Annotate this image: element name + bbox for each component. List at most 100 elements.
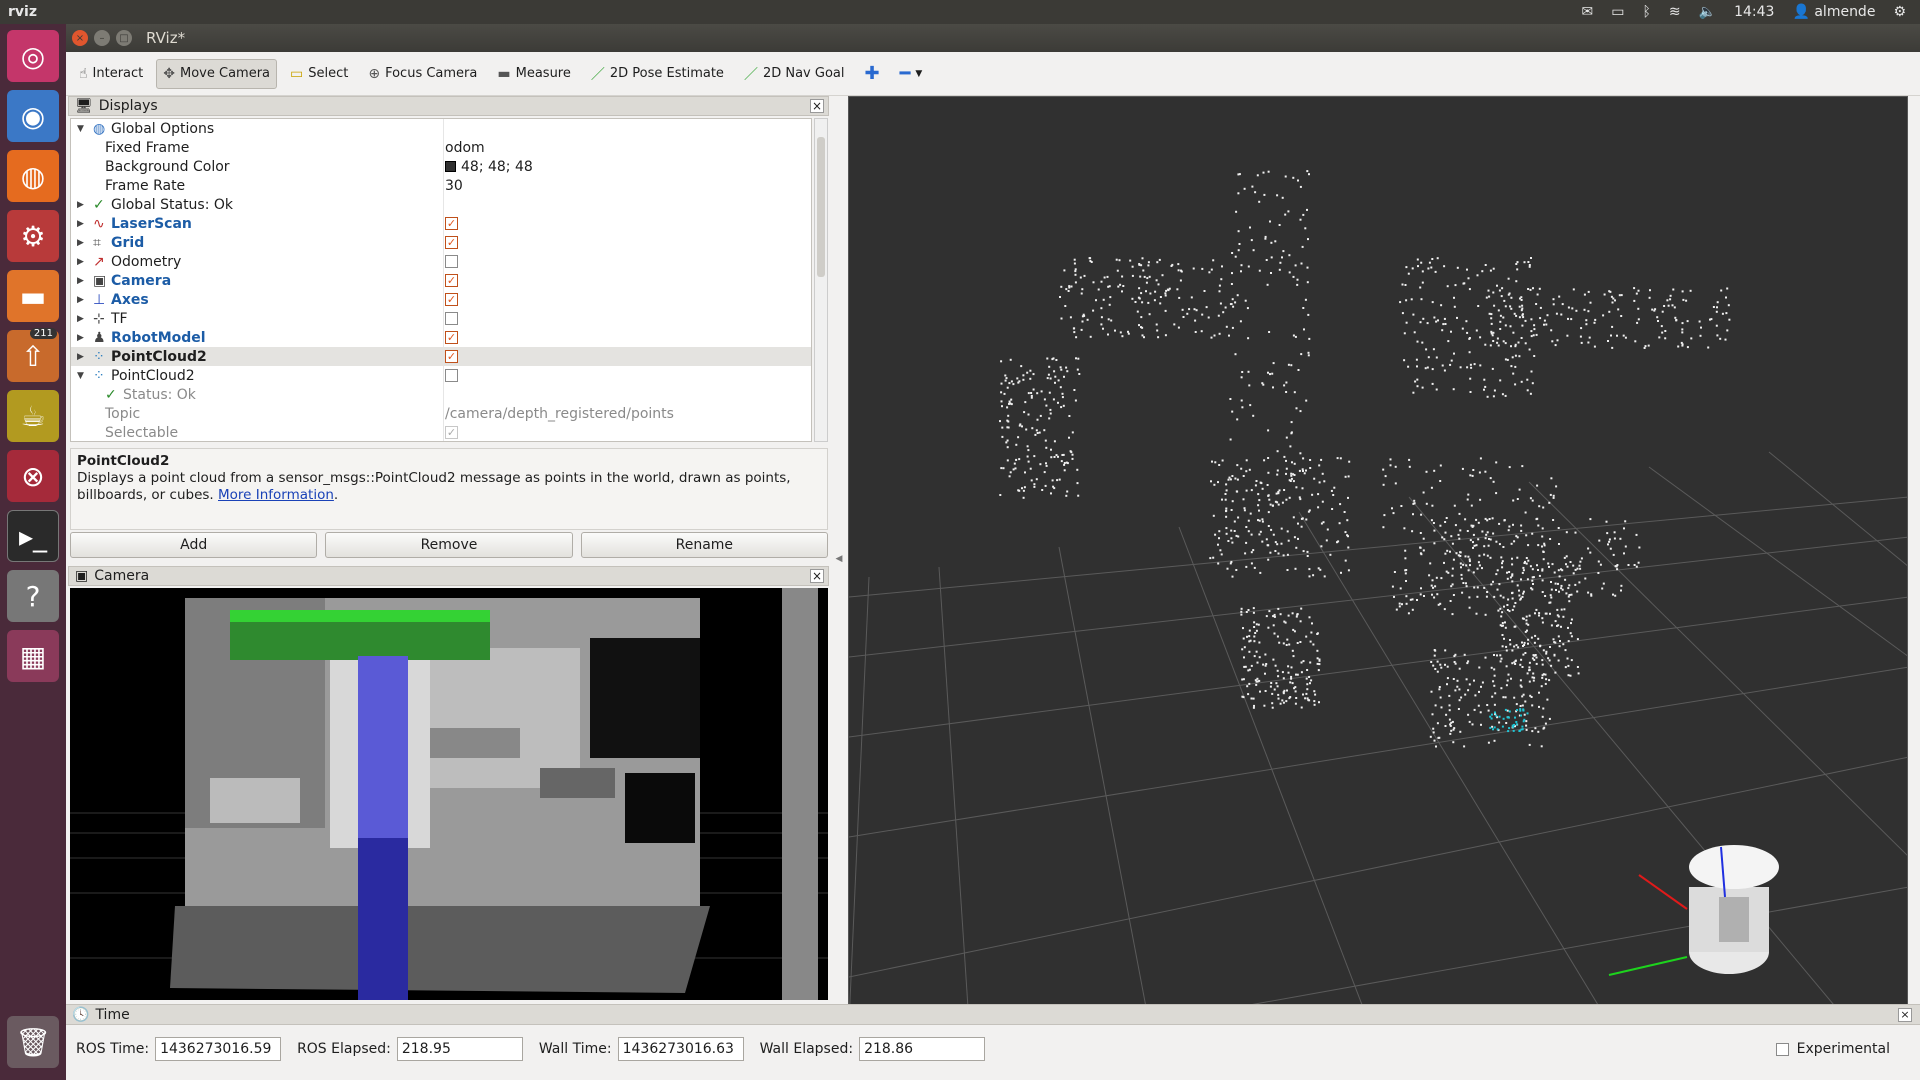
display-value[interactable]: [445, 369, 458, 382]
display-enabled-checkbox[interactable]: ✓: [445, 236, 458, 249]
display-enabled-checkbox[interactable]: ✓: [445, 217, 458, 230]
display-value[interactable]: ✓: [445, 236, 458, 249]
display-row[interactable]: ▶ ⊹ TF: [71, 309, 811, 328]
collapse-arrow-icon[interactable]: ▼: [77, 124, 89, 134]
display-enabled-checkbox[interactable]: [445, 369, 458, 382]
display-row[interactable]: ▶ ✓ Global Status: Ok: [71, 195, 811, 214]
display-enabled-checkbox[interactable]: [445, 312, 458, 325]
firefox-icon[interactable]: ◍: [7, 150, 59, 202]
close-camera-panel-button[interactable]: ×: [810, 569, 824, 583]
display-row[interactable]: ▼ ⁘ PointCloud2: [71, 366, 811, 385]
display-enabled-checkbox[interactable]: ✓: [445, 274, 458, 287]
3d-render-view[interactable]: [848, 96, 1908, 1022]
tool-measure[interactable]: ▬ Measure: [490, 59, 577, 89]
clock[interactable]: 14:43: [1734, 4, 1774, 20]
expand-arrow-icon[interactable]: ▶: [77, 276, 89, 286]
add-tool-button[interactable]: ✚: [857, 59, 886, 89]
display-value[interactable]: [445, 312, 458, 325]
color-swatch[interactable]: [445, 161, 456, 172]
close-time-panel-button[interactable]: ×: [1898, 1007, 1912, 1022]
system-settings-icon[interactable]: ⚙: [7, 210, 59, 262]
display-row[interactable]: ▶ ↗ Odometry: [71, 252, 811, 271]
ros-app-icon[interactable]: ⊗: [7, 450, 59, 502]
wifi-icon[interactable]: ≋: [1669, 4, 1681, 20]
expand-arrow-icon[interactable]: ▶: [77, 238, 89, 248]
display-value[interactable]: ✓: [445, 426, 458, 439]
rename-display-button[interactable]: Rename: [580, 532, 828, 558]
expand-arrow-icon[interactable]: ▶: [77, 333, 89, 343]
display-enabled-checkbox[interactable]: [445, 255, 458, 268]
display-row[interactable]: Frame Rate 30: [71, 176, 811, 195]
remove-display-button[interactable]: Remove: [325, 532, 573, 558]
tool-move-camera[interactable]: ✥ Move Camera: [156, 58, 278, 89]
expand-arrow-icon[interactable]: ▶: [77, 219, 89, 229]
terminal-icon[interactable]: ▸_: [7, 510, 59, 562]
workspace-switcher-icon[interactable]: ▦: [7, 630, 59, 682]
display-row[interactable]: Background Color 48; 48; 48: [71, 157, 811, 176]
display-value[interactable]: ✓: [445, 331, 458, 344]
rviz-teapot-icon[interactable]: ☕: [7, 390, 59, 442]
wall-time-field[interactable]: 1436273016.63: [617, 1037, 744, 1061]
user-menu[interactable]: 👤 almende: [1792, 4, 1875, 20]
expand-arrow-icon[interactable]: ▶: [77, 352, 89, 362]
tool-focus-camera[interactable]: ⊕ Focus Camera: [361, 59, 484, 89]
displays-scrollbar[interactable]: [814, 118, 828, 442]
display-row[interactable]: ▼ ◍ Global Options: [71, 119, 811, 138]
display-enabled-checkbox[interactable]: ✓: [445, 350, 458, 363]
volume-icon[interactable]: 🔈: [1699, 4, 1716, 20]
collapse-arrow-icon[interactable]: ◀: [836, 554, 843, 564]
remove-tool-button[interactable]: ━ ▼: [893, 59, 930, 89]
tool-select[interactable]: ▭ Select: [283, 59, 355, 89]
expand-arrow-icon[interactable]: ▶: [77, 200, 89, 210]
experimental-option[interactable]: Experimental: [1775, 1041, 1890, 1057]
help-icon[interactable]: ?: [7, 570, 59, 622]
display-enabled-checkbox[interactable]: ✓: [445, 293, 458, 306]
display-row[interactable]: Topic/camera/depth_registered/points: [71, 404, 811, 423]
expand-arrow-icon[interactable]: ▶: [77, 295, 89, 305]
more-information-link[interactable]: More Information: [218, 487, 334, 503]
close-panel-button[interactable]: ×: [810, 99, 824, 113]
ros-time-field[interactable]: 1436273016.59: [155, 1037, 282, 1061]
display-row[interactable]: Fixed Frame odom: [71, 138, 811, 157]
software-updater-icon[interactable]: ⇧ 211: [7, 328, 59, 382]
display-value[interactable]: ✓: [445, 293, 458, 306]
files-icon[interactable]: ▬: [7, 270, 59, 322]
mail-icon[interactable]: ✉: [1582, 4, 1594, 20]
display-value[interactable]: ✓: [445, 217, 458, 230]
tool-2d-pose-estimate[interactable]: ／ 2D Pose Estimate: [584, 59, 731, 89]
ubuntu-dash-icon[interactable]: ◎: [7, 30, 59, 82]
tool-interact[interactable]: ☝ Interact: [72, 59, 150, 89]
wall-elapsed-field[interactable]: 218.86: [859, 1037, 986, 1061]
display-row[interactable]: ✓ Status: Ok: [71, 385, 811, 404]
battery-icon[interactable]: ▭: [1611, 4, 1624, 20]
display-value[interactable]: /camera/depth_registered/points: [445, 406, 674, 422]
display-value[interactable]: 30: [445, 178, 463, 194]
panel-splitter[interactable]: ◀: [832, 96, 846, 1022]
collapse-arrow-icon[interactable]: ▼: [77, 371, 89, 381]
display-row[interactable]: ▶ ∿ LaserScan ✓: [71, 214, 811, 233]
experimental-checkbox[interactable]: [1775, 1042, 1789, 1056]
expand-arrow-icon[interactable]: ▶: [77, 314, 89, 324]
display-row[interactable]: ▶ ▣ Camera ✓: [71, 271, 811, 290]
scrollbar-thumb[interactable]: [817, 137, 825, 277]
bluetooth-icon[interactable]: ᛒ: [1643, 4, 1651, 20]
display-row[interactable]: Selectable ✓: [71, 423, 811, 441]
display-value[interactable]: [445, 255, 458, 268]
display-enabled-checkbox[interactable]: ✓: [445, 331, 458, 344]
display-value[interactable]: ✓: [445, 274, 458, 287]
display-row[interactable]: ▶ ♟ RobotModel ✓: [71, 328, 811, 347]
maximize-window-button[interactable]: □: [116, 30, 132, 46]
camera-image-view[interactable]: [70, 588, 828, 1000]
expand-arrow-icon[interactable]: ▶: [77, 257, 89, 267]
display-row[interactable]: ▶ ⊥ Axes ✓: [71, 290, 811, 309]
minimize-window-button[interactable]: –: [94, 30, 110, 46]
display-value[interactable]: odom: [445, 140, 485, 156]
display-value[interactable]: ✓: [445, 350, 458, 363]
display-value[interactable]: 48; 48; 48: [445, 159, 533, 175]
display-row[interactable]: ▶ ⌗ Grid ✓: [71, 233, 811, 252]
tool-2d-nav-goal[interactable]: ／ 2D Nav Goal: [737, 59, 852, 89]
trash-icon[interactable]: 🗑: [7, 1016, 59, 1068]
close-window-button[interactable]: ×: [72, 30, 88, 46]
ros-elapsed-field[interactable]: 218.95: [396, 1037, 523, 1061]
settings-icon[interactable]: ⚙: [1893, 4, 1906, 20]
